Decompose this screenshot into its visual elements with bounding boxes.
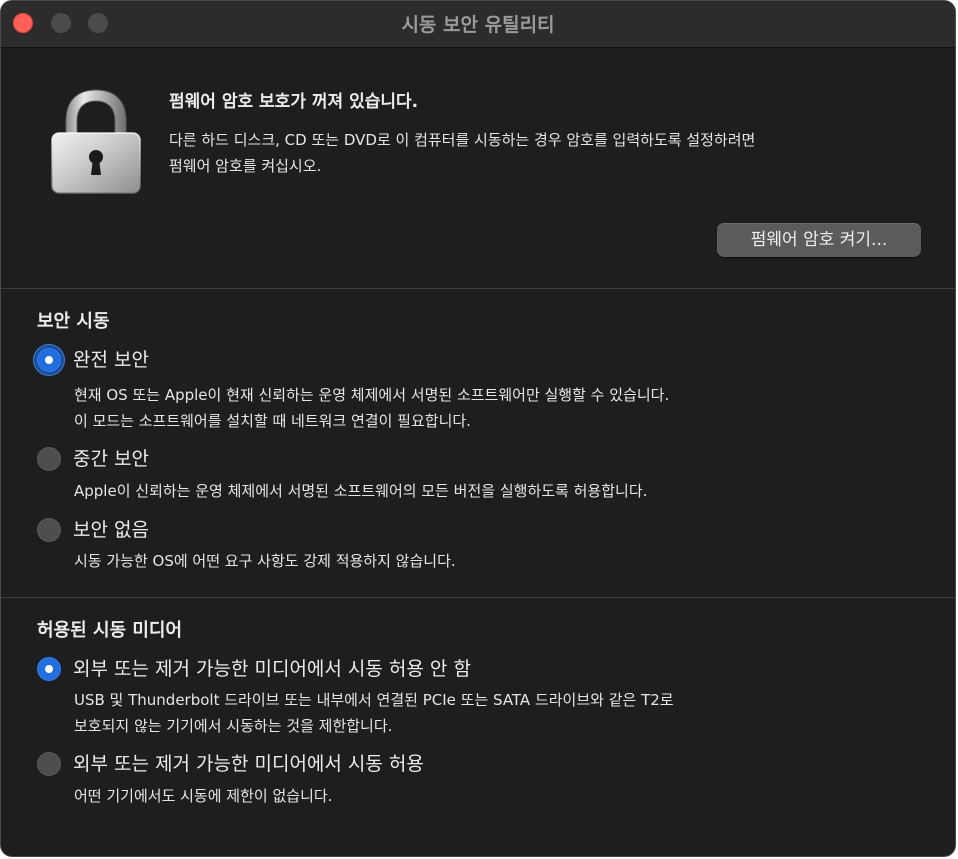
description-line: 보호되지 않는 기기에서 시동하는 것을 제한합니다. xyxy=(74,717,393,735)
radio-label[interactable]: 중간 보안 xyxy=(73,446,149,472)
window-title: 시동 보안 유틸리티 xyxy=(401,14,555,36)
radio-button[interactable] xyxy=(37,752,61,776)
startup-security-window: 시동 보안 유틸리티 펌웨어 암호 보호가 꺼져 있습니다. 다른 하드 디스크… xyxy=(0,0,956,857)
full-security-description: 현재 OS 또는 Apple이 현재 신뢰하는 운영 체제에서 서명된 소프트웨… xyxy=(74,382,669,434)
secure-boot-title: 보안 시동 xyxy=(37,311,110,332)
radio-button-selected[interactable] xyxy=(37,348,61,372)
medium-security-description: Apple이 신뢰하는 운영 체제에서 서명된 소프트웨어의 모든 버전을 실행… xyxy=(74,478,647,504)
firmware-description-line: 다른 하드 디스크, CD 또는 DVD로 이 컴퓨터를 시동하는 경우 암호를… xyxy=(169,131,756,149)
no-security-description: 시동 가능한 OS에 어떤 요구 사항도 강제 적용하지 않습니다. xyxy=(74,548,456,574)
allowed-boot-media-title: 허용된 시동 미디어 xyxy=(37,620,183,641)
firmware-status-heading: 펌웨어 암호 보호가 꺼져 있습니다. xyxy=(169,92,419,112)
padlock-icon xyxy=(49,87,143,195)
disallow-external-boot-description: USB 및 Thunderbolt 드라이브 또는 내부에서 연결된 PCIe … xyxy=(74,687,674,739)
section-divider xyxy=(1,288,955,289)
allow-external-boot-description: 어떤 기기에서도 시동에 제한이 없습니다. xyxy=(74,783,332,809)
description-line: 이 모드는 소프트웨어를 설치할 때 네트워크 연결이 필요합니다. xyxy=(74,412,471,430)
turn-on-firmware-password-button[interactable]: 펌웨어 암호 켜기... xyxy=(717,223,921,257)
radio-label[interactable]: 보안 없음 xyxy=(73,517,149,543)
description-line: 현재 OS 또는 Apple이 현재 신뢰하는 운영 체제에서 서명된 소프트웨… xyxy=(74,386,670,404)
radio-label[interactable]: 외부 또는 제거 가능한 미디어에서 시동 허용 안 함 xyxy=(73,656,471,682)
radio-button-selected[interactable] xyxy=(37,657,61,681)
radio-button[interactable] xyxy=(37,518,61,542)
firmware-description: 다른 하드 디스크, CD 또는 DVD로 이 컴퓨터를 시동하는 경우 암호를… xyxy=(169,127,909,179)
description-line: USB 및 Thunderbolt 드라이브 또는 내부에서 연결된 PCIe … xyxy=(74,691,674,709)
description-line: 시동 가능한 OS에 어떤 요구 사항도 강제 적용하지 않습니다. xyxy=(74,552,456,570)
description-line: 어떤 기기에서도 시동에 제한이 없습니다. xyxy=(74,787,333,805)
radio-label[interactable]: 외부 또는 제거 가능한 미디어에서 시동 허용 xyxy=(73,751,424,777)
radio-button[interactable] xyxy=(37,447,61,471)
title-bar: 시동 보안 유틸리티 xyxy=(1,1,955,48)
firmware-description-line: 펌웨어 암호를 켜십시오. xyxy=(169,157,322,175)
description-line: Apple이 신뢰하는 운영 체제에서 서명된 소프트웨어의 모든 버전을 실행… xyxy=(74,482,648,500)
radio-label[interactable]: 완전 보안 xyxy=(73,347,149,373)
section-divider xyxy=(1,597,955,598)
